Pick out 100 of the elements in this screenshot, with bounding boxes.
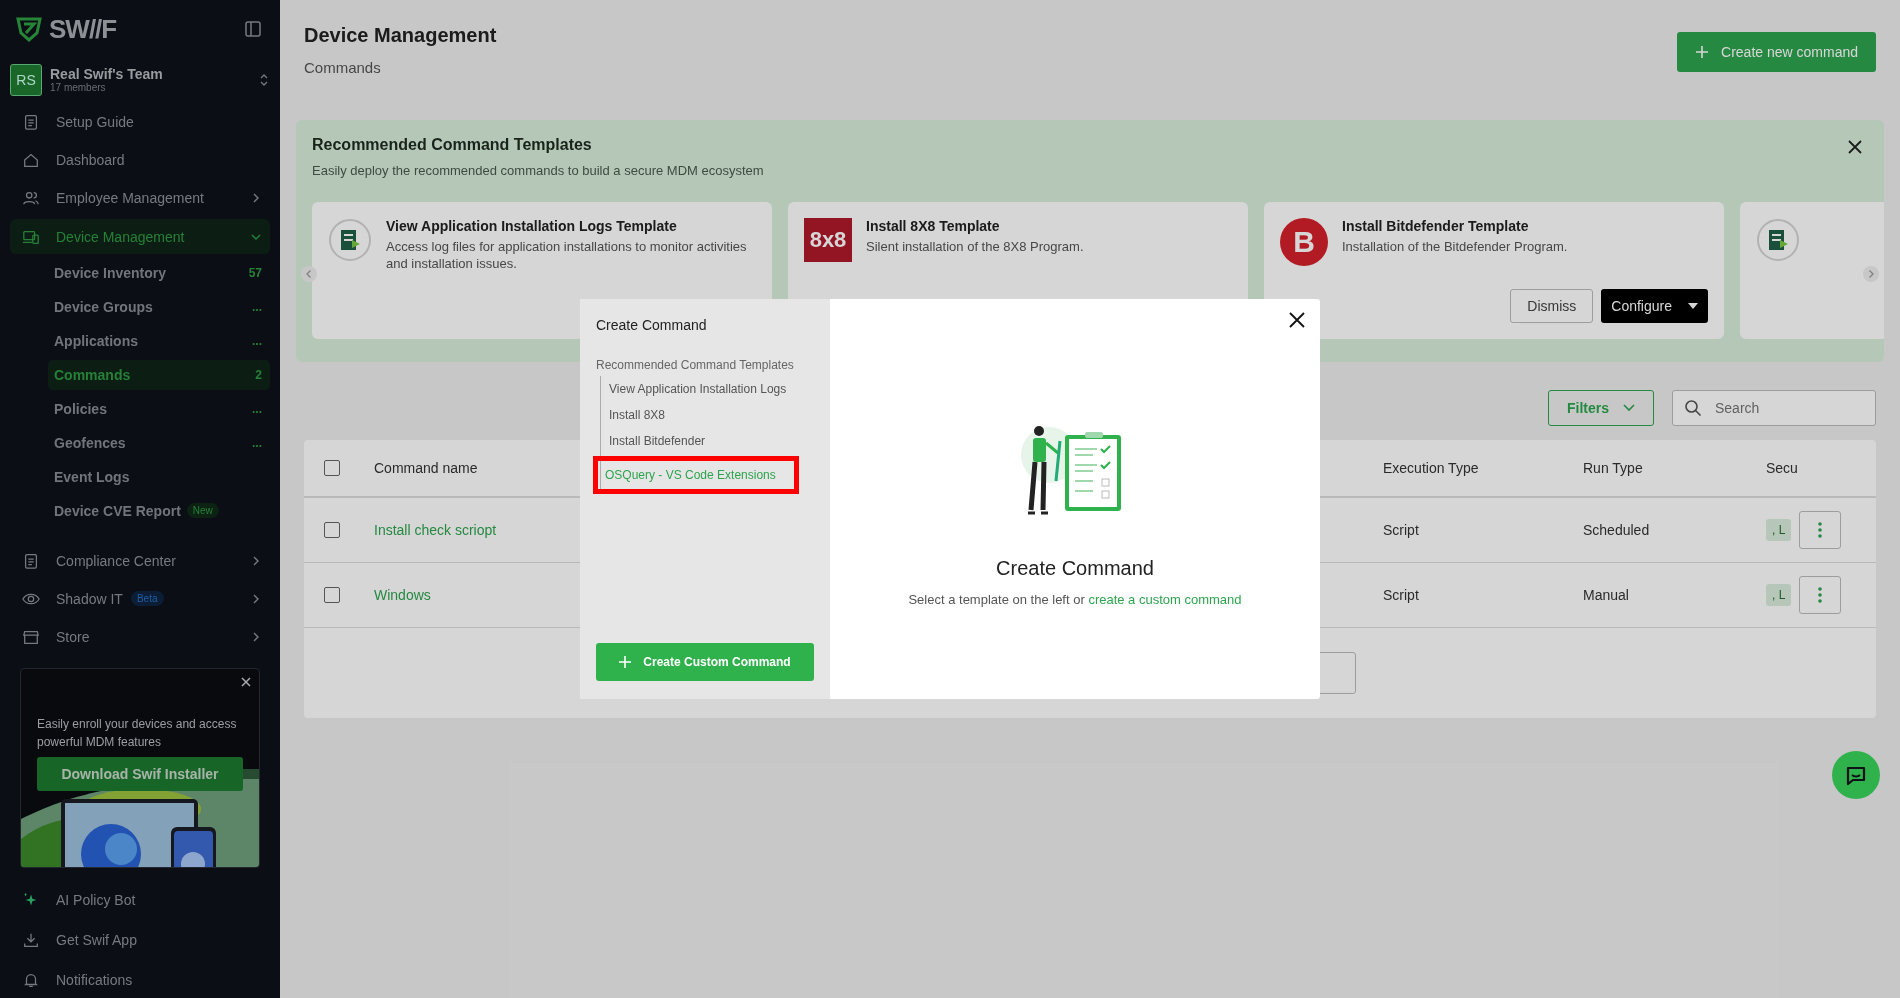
nav-label: AI Policy Bot bbox=[56, 892, 136, 908]
new-tag: New bbox=[186, 503, 219, 519]
security-tag: , L bbox=[1766, 519, 1792, 541]
card-description: Installation of the Bitdefender Program. bbox=[1342, 238, 1569, 255]
beta-tag: Beta bbox=[130, 591, 164, 607]
nav-subitem[interactable]: Device CVE Report New bbox=[48, 495, 270, 526]
command-link[interactable]: Install check scriopt bbox=[374, 522, 497, 538]
row-checkbox[interactable] bbox=[324, 587, 340, 603]
nav-item[interactable]: AI Policy Bot bbox=[10, 882, 270, 918]
app-logs-logo bbox=[1756, 218, 1800, 262]
clipboard-icon bbox=[22, 551, 40, 570]
nav-label: Policies bbox=[54, 400, 107, 417]
nav-subitem[interactable]: Device Groups ... bbox=[48, 291, 270, 322]
template-card[interactable]: B Install Bitdefender Template Installation of the Bitdefender Program. Dismiss Configure bbox=[1264, 202, 1724, 339]
nav-item[interactable]: Get Swif App bbox=[10, 922, 270, 958]
template-item[interactable]: OSQuery - VS Code Extensions bbox=[598, 461, 794, 489]
home-icon bbox=[22, 151, 40, 170]
nav-subitem[interactable]: Policies ... bbox=[48, 393, 270, 424]
page-subtitle: Commands bbox=[304, 59, 382, 76]
item-count: ... bbox=[252, 299, 262, 314]
column-header[interactable]: Execution Type bbox=[1383, 460, 1583, 476]
configure-button[interactable]: Configure bbox=[1601, 289, 1708, 323]
nav-label: Store bbox=[56, 629, 90, 646]
team-name[interactable]: Real Swif's Team bbox=[50, 66, 250, 83]
column-header[interactable]: Secu bbox=[1766, 460, 1876, 476]
create-command-button[interactable]: Create new command bbox=[1677, 32, 1876, 72]
member-count: 17 members bbox=[50, 82, 107, 94]
card-title: Install 8X8 Template bbox=[866, 218, 1001, 234]
item-count: ... bbox=[252, 401, 262, 416]
clipboard-icon bbox=[22, 112, 40, 131]
nav-item[interactable]: Device Management bbox=[10, 219, 270, 254]
brand-logo: 8x8 bbox=[804, 218, 852, 262]
shield-logo-icon bbox=[15, 15, 43, 44]
nav-label: Setup Guide bbox=[56, 113, 134, 130]
nav-item[interactable]: Setup Guide bbox=[10, 104, 270, 139]
download-button[interactable]: Download Swif Installer bbox=[37, 757, 243, 792]
template-item[interactable]: Install Bitdefender bbox=[601, 428, 814, 454]
nav-item[interactable]: Compliance Center bbox=[10, 543, 270, 578]
nav-label: Event Logs bbox=[54, 468, 130, 485]
more-icon bbox=[1818, 587, 1823, 603]
dialog-text: Select a template on the left or create a custom command bbox=[908, 592, 1242, 607]
nav-label: Notifications bbox=[56, 972, 133, 988]
brand-logo: B bbox=[1280, 218, 1328, 266]
nav-subitem[interactable]: Applications ... bbox=[48, 325, 270, 356]
table-cell: Scheduled bbox=[1583, 522, 1650, 538]
dismiss-button[interactable]: Dismiss bbox=[1510, 289, 1594, 323]
table-cell: Manual bbox=[1583, 587, 1629, 603]
card-title: View Application Installation Logs Template bbox=[386, 218, 678, 234]
select-all-checkbox[interactable] bbox=[324, 460, 340, 476]
search-field[interactable]: Search bbox=[1672, 390, 1876, 426]
panel-description: Easily deploy the recommended commands to build a secure MDM ecosystem bbox=[312, 163, 765, 178]
bell-icon bbox=[22, 971, 40, 989]
search-icon bbox=[1684, 399, 1702, 417]
dialog-title: Create Command bbox=[596, 317, 708, 333]
card-description: Access log files for application installations to monitor activities and installation issues. bbox=[386, 238, 748, 272]
app-logs-logo bbox=[328, 218, 372, 262]
item-count: ... bbox=[252, 333, 262, 348]
promo-text: Easily enroll your devices and access powerful MDM features bbox=[37, 716, 238, 752]
template-item[interactable]: View Application Installation Logs bbox=[601, 376, 814, 402]
brand-name: SW//F bbox=[49, 13, 117, 45]
nav-subitem[interactable]: Event Logs bbox=[48, 461, 270, 492]
nav-subitem[interactable]: Device Inventory 57 bbox=[48, 257, 270, 288]
nav-label: Get Swif App bbox=[56, 932, 137, 948]
card-description: Silent installation of the 8X8 Program. bbox=[866, 238, 1085, 255]
table-cell: Script bbox=[1383, 587, 1419, 603]
create-custom-button[interactable]: Create Custom Command bbox=[596, 643, 814, 681]
nav-item[interactable]: Dashboard bbox=[10, 143, 270, 178]
plus-icon bbox=[1695, 45, 1710, 59]
template-item[interactable]: Install 8X8 bbox=[601, 402, 814, 428]
nav-item[interactable]: Employee Management bbox=[10, 181, 270, 216]
filters-button[interactable]: Filters bbox=[1548, 390, 1654, 426]
sidebar-toggle-icon[interactable] bbox=[244, 20, 262, 39]
nav-label: Device Management bbox=[56, 228, 185, 245]
nav-label: Commands bbox=[54, 366, 131, 383]
row-checkbox[interactable] bbox=[324, 522, 340, 538]
nav-subitem[interactable]: Commands 2 bbox=[48, 359, 270, 390]
nav-item[interactable]: Shadow IT Beta bbox=[10, 581, 270, 617]
plus-icon bbox=[619, 656, 632, 668]
item-count: ... bbox=[252, 435, 262, 450]
more-icon bbox=[1818, 522, 1823, 538]
close-icon[interactable] bbox=[1846, 138, 1864, 156]
nav-label: Employee Management bbox=[56, 190, 204, 207]
nav-label: Shadow IT bbox=[56, 590, 123, 607]
close-icon[interactable] bbox=[1288, 311, 1306, 329]
nav-item[interactable]: Store bbox=[10, 620, 270, 655]
store-icon bbox=[22, 628, 40, 647]
table-cell: Script bbox=[1383, 522, 1419, 538]
command-link[interactable]: Windows bbox=[374, 587, 431, 603]
nav-item[interactable]: Notifications bbox=[10, 962, 270, 998]
nav-label: Device Inventory bbox=[54, 264, 167, 281]
column-header[interactable]: Run Type bbox=[1583, 460, 1766, 476]
caret-icon bbox=[1688, 303, 1698, 309]
card-title: Install Bitdefender Template bbox=[1342, 218, 1530, 234]
item-count: 57 bbox=[248, 265, 262, 280]
nav-subitem[interactable]: Geofences ... bbox=[48, 427, 270, 458]
nav-label: Geofences bbox=[54, 434, 126, 451]
custom-command-link[interactable]: create a custom command bbox=[1088, 592, 1242, 607]
item-count: 2 bbox=[255, 367, 262, 382]
nav-label: Dashboard bbox=[56, 152, 125, 169]
nav-label: Applications bbox=[54, 332, 138, 349]
